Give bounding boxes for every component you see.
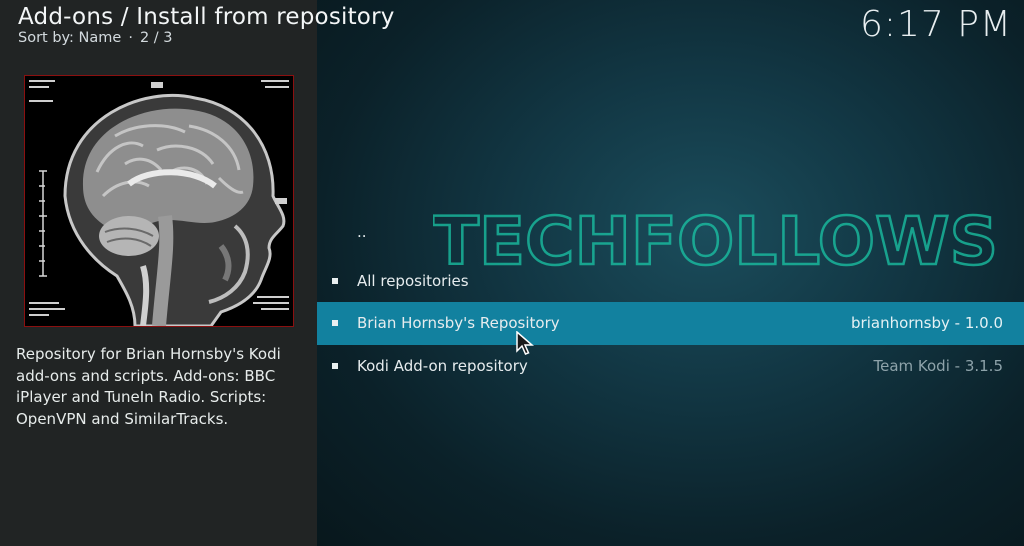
- page-indicator: 2 / 3: [139, 30, 173, 46]
- addon-description: Repository for Brian Hornsby's Kodi add-…: [16, 345, 281, 428]
- list-item-parent[interactable]: ..: [317, 217, 1024, 260]
- mouse-cursor-icon: [516, 330, 535, 361]
- list-item-label: Kodi Add-on repository: [357, 356, 528, 375]
- bullet-icon: [332, 320, 338, 326]
- repository-list: .. All repositories Brian Hornsby's Reposi…: [317, 217, 1024, 387]
- sort-label: Sort by: Name: [18, 30, 122, 46]
- list-item-label: Brian Hornsby's Repository: [357, 314, 560, 333]
- list-item-version: Team Kodi - 3.1.5: [873, 356, 1004, 375]
- list-item-label: All repositories: [357, 271, 469, 290]
- list-item-version: brianhornsby - 1.0.0: [851, 314, 1003, 333]
- addon-thumbnail: [24, 75, 294, 327]
- brain-mri-image: [25, 76, 293, 326]
- page-title: Add-ons / Install from repository: [18, 4, 395, 30]
- bullet-icon: [332, 277, 338, 284]
- clock: 6:17 PM: [859, 4, 1012, 45]
- list-item[interactable]: Kodi Add-on repository Team Kodi - 3.1.5: [317, 345, 1024, 388]
- list-item[interactable]: All repositories: [317, 260, 1024, 303]
- list-item-label: ..: [357, 223, 367, 241]
- separator-dot: ·: [128, 30, 133, 46]
- bullet-icon: [332, 362, 338, 369]
- sort-info[interactable]: Sort by: Name · 2 / 3: [18, 30, 395, 46]
- header: Add-ons / Install from repository Sort b…: [18, 4, 395, 46]
- list-item[interactable]: Brian Hornsby's Repository brianhornsby -…: [317, 302, 1024, 345]
